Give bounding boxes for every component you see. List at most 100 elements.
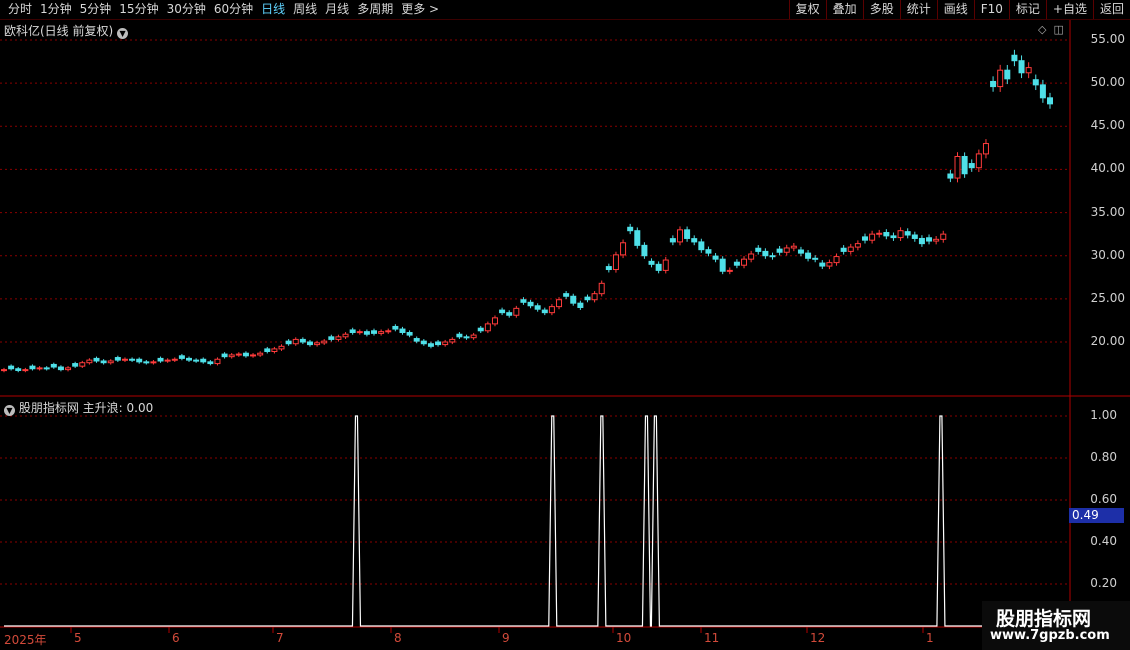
candle-body bbox=[669, 238, 676, 243]
chart-option-icons[interactable]: ◇ ◫ bbox=[1038, 23, 1064, 36]
indicator-tick-label: 0.80 bbox=[1090, 450, 1117, 464]
candle-body bbox=[662, 259, 669, 271]
period-tab[interactable]: 日线 bbox=[261, 2, 285, 17]
toolbar-button[interactable]: 标记 bbox=[1008, 0, 1046, 19]
candle-body bbox=[242, 352, 249, 357]
date-tick-label: 1 bbox=[926, 631, 934, 645]
candle-body bbox=[491, 317, 498, 325]
date-tick-label: 7 bbox=[276, 631, 284, 645]
period-tab[interactable]: 月线 bbox=[325, 2, 349, 17]
stock-title-label: 欧科亿(日线 前复权) bbox=[4, 24, 114, 38]
candle-body bbox=[363, 331, 370, 335]
candle-body bbox=[29, 365, 36, 370]
indicator-line bbox=[4, 415, 1070, 627]
period-tab[interactable]: 更多 > bbox=[401, 2, 439, 17]
candle-body bbox=[527, 301, 534, 307]
price-tick-label: 35.00 bbox=[1090, 204, 1125, 219]
toolbar-button[interactable]: 叠加 bbox=[825, 0, 863, 19]
candle-body bbox=[776, 248, 783, 253]
date-tick-label: 11 bbox=[704, 631, 720, 645]
candle-body bbox=[143, 361, 150, 364]
toolbar-button[interactable]: F10 bbox=[973, 0, 1009, 19]
candle-body bbox=[1011, 54, 1018, 62]
toolbar-button[interactable]: 多股 bbox=[862, 0, 900, 19]
price-tick-label: 30.00 bbox=[1090, 247, 1125, 262]
candle-body bbox=[114, 357, 121, 361]
candle-body bbox=[904, 231, 911, 236]
candle-body bbox=[57, 366, 64, 371]
toolbar-button[interactable]: 返回 bbox=[1092, 0, 1130, 19]
candle-body bbox=[541, 309, 548, 314]
chart-canvas[interactable] bbox=[0, 20, 1130, 650]
toolbar-button[interactable]: 统计 bbox=[899, 0, 937, 19]
candle-body bbox=[200, 358, 207, 363]
candle-body bbox=[50, 363, 57, 368]
candle-body bbox=[314, 342, 321, 346]
candle-body bbox=[349, 329, 356, 334]
candle-body bbox=[499, 309, 506, 314]
period-tab[interactable]: 周线 bbox=[293, 2, 317, 17]
candle-body bbox=[961, 155, 968, 175]
top-toolbar: 分时 1分钟 5分钟 15分钟 30分钟 60分钟 日线 周线 月线 多周期 更多 > 复权 叠加 多股… bbox=[0, 0, 1130, 20]
candle-body bbox=[726, 269, 733, 272]
period-tab-bar: 分时 1分钟 5分钟 15分钟 30分钟 60分钟 日线 周线 月线 多周期 更多 > bbox=[8, 2, 447, 17]
candle-body bbox=[563, 293, 570, 297]
candle-body bbox=[1039, 84, 1046, 99]
period-tab[interactable]: 60分钟 bbox=[214, 2, 253, 17]
chevron-down-icon[interactable]: ▼ bbox=[4, 405, 15, 416]
candle-body bbox=[285, 340, 292, 345]
indicator-tick-label: 1.00 bbox=[1090, 408, 1117, 422]
cursor-value-badge: 0.49 bbox=[1069, 508, 1124, 523]
candle-body bbox=[797, 249, 804, 254]
candle-body bbox=[883, 232, 890, 237]
candle-body bbox=[705, 249, 712, 254]
date-tick-label: 5 bbox=[74, 631, 82, 645]
candle-body bbox=[100, 360, 107, 364]
candle-body bbox=[264, 348, 271, 352]
candle-body bbox=[691, 238, 698, 243]
period-tab[interactable]: 分时 bbox=[8, 2, 32, 17]
indicator-tick-label: 0.40 bbox=[1090, 534, 1117, 548]
candle-body bbox=[975, 153, 982, 169]
candle-body bbox=[520, 299, 527, 303]
period-tab[interactable]: 多周期 bbox=[357, 2, 393, 17]
candle-body bbox=[299, 338, 306, 343]
toolbar-button[interactable]: 画线 bbox=[936, 0, 974, 19]
candle-body bbox=[755, 247, 762, 252]
period-tab[interactable]: 30分钟 bbox=[167, 2, 206, 17]
candle-body bbox=[719, 258, 726, 272]
candle-body bbox=[335, 336, 342, 340]
indicator-title[interactable]: ▼ 股朋指标网 主升浪: 0.00 bbox=[4, 399, 153, 416]
candle-body bbox=[449, 338, 456, 343]
candle-body bbox=[278, 345, 285, 350]
main-chart-title[interactable]: 欧科亿(日线 前复权) ▼ bbox=[4, 22, 129, 39]
window-toggle-icon[interactable]: ◫ bbox=[1053, 23, 1063, 36]
candle-body bbox=[833, 256, 840, 264]
candle-body bbox=[627, 226, 634, 232]
period-tab[interactable]: 1分钟 bbox=[40, 2, 72, 17]
candle-body bbox=[570, 295, 577, 304]
candle-body bbox=[214, 358, 221, 365]
candle-body bbox=[712, 255, 719, 260]
candle-body bbox=[321, 340, 328, 344]
candle-body bbox=[8, 365, 15, 370]
toolbar-button[interactable]: 复权 bbox=[788, 0, 826, 19]
candle-body bbox=[442, 341, 449, 346]
period-tab[interactable]: 15分钟 bbox=[119, 2, 158, 17]
candle-body bbox=[655, 263, 662, 271]
date-tick-label: 9 bbox=[502, 631, 510, 645]
candle-body bbox=[136, 358, 143, 363]
candle-body bbox=[356, 331, 363, 334]
candle-body bbox=[506, 312, 513, 316]
date-tick-label: 10 bbox=[616, 631, 632, 645]
candle-body bbox=[72, 363, 79, 367]
toolbar-button[interactable]: +自选 bbox=[1045, 0, 1093, 19]
diamond-icon[interactable]: ◇ bbox=[1038, 23, 1046, 36]
candle-body bbox=[228, 354, 235, 358]
candle-body bbox=[477, 327, 484, 332]
candle-body bbox=[612, 254, 619, 271]
candle-body bbox=[598, 282, 605, 295]
chevron-down-icon[interactable]: ▼ bbox=[117, 28, 129, 39]
date-tick-label: 2025年 bbox=[4, 633, 47, 647]
period-tab[interactable]: 5分钟 bbox=[80, 2, 112, 17]
